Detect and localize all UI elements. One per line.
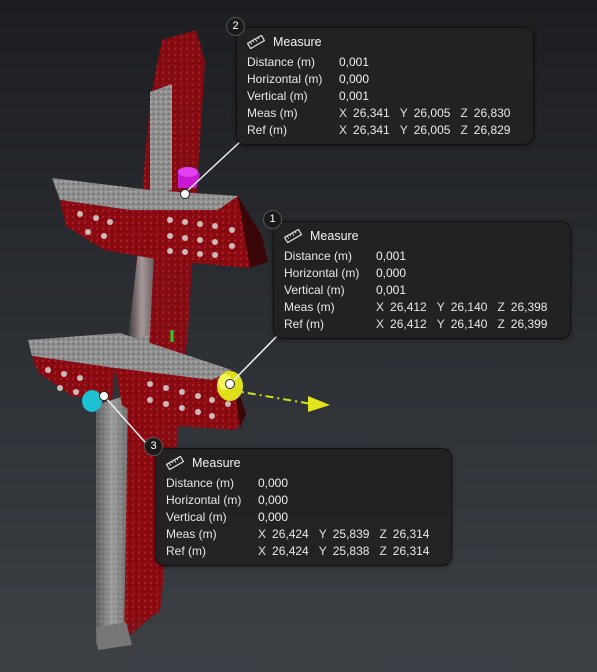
meas-row: Meas (m) X 26,341 Y 26,005 Z 26,830 bbox=[237, 105, 533, 122]
horizontal-row: Horizontal (m) 0,000 bbox=[274, 265, 570, 282]
z-axis-label: Z bbox=[460, 106, 468, 120]
distance-label: Distance (m) bbox=[166, 476, 235, 490]
horizontal-row: Horizontal (m) 0,000 bbox=[156, 492, 451, 509]
meas-x: 26,424 bbox=[272, 527, 309, 541]
distance-value: 0,001 bbox=[376, 249, 407, 263]
meas-row: Meas (m) X 26,412 Y 26,140 Z 26,398 bbox=[274, 299, 570, 316]
distance-value: 0,000 bbox=[258, 476, 289, 490]
distance-row: Distance (m) 0,001 bbox=[237, 54, 533, 71]
measure-panel-2[interactable]: Measure Distance (m) 0,001 Horizontal (m)… bbox=[236, 27, 534, 145]
ref-y: 26,005 bbox=[413, 123, 451, 137]
ruler-icon bbox=[247, 35, 265, 49]
panel-title: Measure bbox=[273, 35, 322, 49]
vertical-row: Vertical (m) 0,001 bbox=[274, 282, 570, 299]
panel-header: Measure bbox=[156, 449, 451, 475]
meas-x: 26,341 bbox=[353, 106, 390, 120]
y-axis-label: Y bbox=[399, 106, 408, 120]
ref-label: Ref (m) bbox=[247, 123, 287, 137]
x-axis-label: X bbox=[376, 300, 385, 314]
horizontal-label: Horizontal (m) bbox=[247, 72, 323, 86]
ref-x: 26,424 bbox=[272, 544, 309, 558]
meas-label: Meas (m) bbox=[166, 527, 217, 541]
meas-z: 26,398 bbox=[510, 300, 548, 314]
panel-title: Measure bbox=[310, 229, 359, 243]
ruler-icon bbox=[166, 456, 184, 470]
z-axis-label: Z bbox=[497, 317, 505, 331]
measure-index-badge-1[interactable]: 1 bbox=[263, 210, 282, 229]
horizontal-label: Horizontal (m) bbox=[284, 266, 360, 280]
measure-point-marker-2[interactable] bbox=[178, 166, 200, 188]
y-axis-label: Y bbox=[318, 544, 327, 558]
ref-y: 26,140 bbox=[450, 317, 488, 331]
vertical-label: Vertical (m) bbox=[247, 89, 308, 103]
measure-index-badge-2[interactable]: 2 bbox=[226, 17, 245, 36]
vertical-value: 0,000 bbox=[258, 510, 289, 524]
y-axis-label: Y bbox=[318, 527, 327, 541]
distance-label: Distance (m) bbox=[247, 55, 316, 69]
z-axis-label: Z bbox=[460, 123, 468, 137]
meas-label: Meas (m) bbox=[284, 300, 335, 314]
z-axis-label: Z bbox=[379, 544, 387, 558]
ref-x: 26,341 bbox=[353, 123, 390, 137]
distance-row: Distance (m) 0,001 bbox=[274, 248, 570, 265]
meas-label: Meas (m) bbox=[247, 106, 298, 120]
vertical-label: Vertical (m) bbox=[284, 283, 345, 297]
panel-header: Measure bbox=[274, 222, 570, 248]
z-axis-label: Z bbox=[379, 527, 387, 541]
panel-title: Measure bbox=[192, 456, 241, 470]
vertical-label: Vertical (m) bbox=[166, 510, 227, 524]
ref-z: 26,314 bbox=[392, 544, 430, 558]
distance-row: Distance (m) 0,000 bbox=[156, 475, 451, 492]
horizontal-row: Horizontal (m) 0,000 bbox=[237, 71, 533, 88]
ref-row: Ref (m) X 26,341 Y 26,005 Z 26,829 bbox=[237, 122, 533, 139]
ruler-icon bbox=[284, 229, 302, 243]
ref-z: 26,399 bbox=[510, 317, 548, 331]
x-axis-label: X bbox=[376, 317, 385, 331]
y-axis-label: Y bbox=[399, 123, 408, 137]
ref-label: Ref (m) bbox=[284, 317, 324, 331]
x-axis-label: X bbox=[339, 123, 348, 137]
meas-y: 26,005 bbox=[413, 106, 451, 120]
vertical-row: Vertical (m) 0,001 bbox=[237, 88, 533, 105]
vertical-value: 0,001 bbox=[339, 89, 370, 103]
meas-y: 26,140 bbox=[450, 300, 488, 314]
distance-value: 0,001 bbox=[339, 55, 370, 69]
distance-label: Distance (m) bbox=[284, 249, 353, 263]
measure-panel-1[interactable]: Measure Distance (m) 0,001 Horizontal (m)… bbox=[273, 221, 571, 339]
z-axis-label: Z bbox=[497, 300, 505, 314]
ref-row: Ref (m) X 26,412 Y 26,140 Z 26,399 bbox=[274, 316, 570, 333]
panel-header: Measure bbox=[237, 28, 533, 54]
measure-point-marker-3[interactable] bbox=[82, 390, 102, 412]
horizontal-value: 0,000 bbox=[258, 493, 289, 507]
meas-z: 26,830 bbox=[473, 106, 511, 120]
x-axis-label: X bbox=[258, 544, 267, 558]
x-axis-label: X bbox=[339, 106, 348, 120]
vertical-value: 0,001 bbox=[376, 283, 407, 297]
meas-x: 26,412 bbox=[390, 300, 427, 314]
ref-y: 25,838 bbox=[332, 544, 370, 558]
meas-z: 26,314 bbox=[392, 527, 430, 541]
ref-label: Ref (m) bbox=[166, 544, 206, 558]
horizontal-value: 0,000 bbox=[339, 72, 370, 86]
horizontal-label: Horizontal (m) bbox=[166, 493, 242, 507]
y-axis-label: Y bbox=[436, 300, 445, 314]
horizontal-value: 0,000 bbox=[376, 266, 407, 280]
measure-panel-3[interactable]: Measure Distance (m) 0,000 Horizontal (m)… bbox=[155, 448, 452, 566]
vertical-row: Vertical (m) 0,000 bbox=[156, 509, 451, 526]
ref-z: 26,829 bbox=[473, 123, 511, 137]
x-axis-label: X bbox=[258, 527, 267, 541]
ref-row: Ref (m) X 26,424 Y 25,838 Z 26,314 bbox=[156, 543, 451, 560]
meas-row: Meas (m) X 26,424 Y 25,839 Z 26,314 bbox=[156, 526, 451, 543]
y-axis-label: Y bbox=[436, 317, 445, 331]
meas-y: 25,839 bbox=[332, 527, 370, 541]
measure-index-badge-3[interactable]: 3 bbox=[144, 437, 163, 456]
ref-x: 26,412 bbox=[390, 317, 427, 331]
